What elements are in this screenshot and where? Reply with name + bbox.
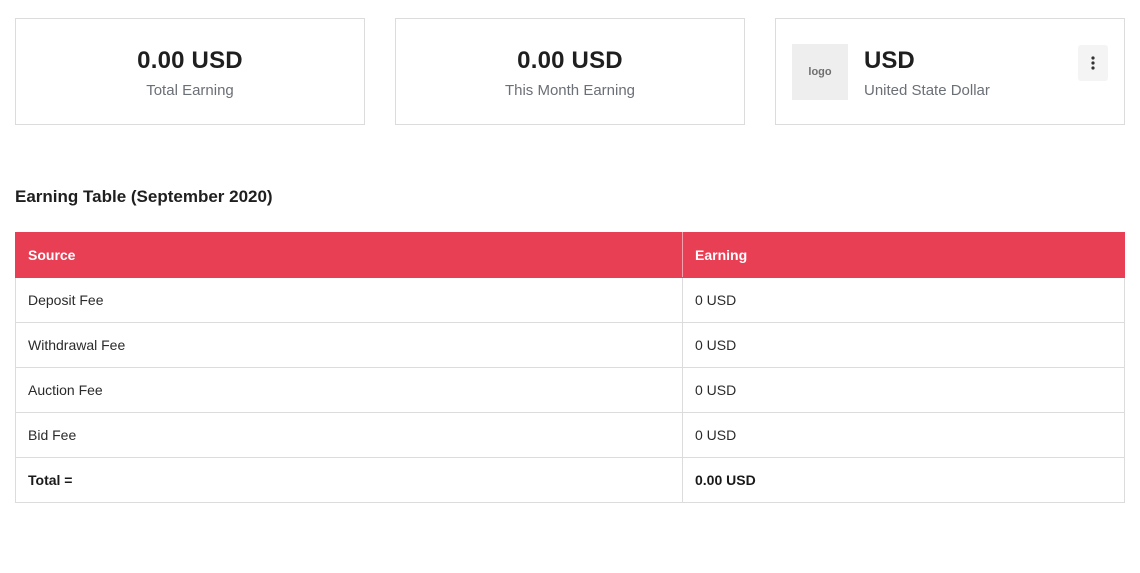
column-header-earning: Earning <box>682 232 1125 278</box>
table-row: Deposit Fee 0 USD <box>15 277 1125 323</box>
table-row: Withdrawal Fee 0 USD <box>15 322 1125 368</box>
currency-card: logo USD United State Dollar <box>775 18 1125 125</box>
row-source: Deposit Fee <box>15 277 683 323</box>
total-label: Total = <box>15 457 683 503</box>
row-source: Withdrawal Fee <box>15 322 683 368</box>
total-value: 0.00 USD <box>682 457 1125 503</box>
month-earning-caption: This Month Earning <box>504 82 636 99</box>
total-earning-card: 0.00 USD Total Earning <box>15 18 365 125</box>
summary-cards: 0.00 USD Total Earning 0.00 USD This Mon… <box>15 18 1125 125</box>
currency-menu-button[interactable] <box>1078 45 1108 81</box>
earning-table: Source Earning Deposit Fee 0 USD Withdra… <box>15 232 1125 503</box>
table-header-row: Source Earning <box>15 232 1125 278</box>
total-earning-caption: Total Earning <box>146 82 234 99</box>
total-row: Total = 0.00 USD <box>15 457 1125 503</box>
row-earning: 0 USD <box>682 367 1125 413</box>
row-earning: 0 USD <box>682 277 1125 323</box>
row-earning: 0 USD <box>682 322 1125 368</box>
row-earning: 0 USD <box>682 412 1125 458</box>
earning-table-title: Earning Table (September 2020) <box>15 187 273 206</box>
month-earning-card: 0.00 USD This Month Earning <box>395 18 745 125</box>
vertical-dots-icon <box>1091 56 1095 70</box>
row-source: Bid Fee <box>15 412 683 458</box>
currency-name: United State Dollar <box>864 82 990 99</box>
row-source: Auction Fee <box>15 367 683 413</box>
table-row: Bid Fee 0 USD <box>15 412 1125 458</box>
total-earning-amount: 0.00 USD <box>137 47 243 74</box>
currency-code: USD <box>864 47 915 74</box>
currency-logo: logo <box>792 44 848 100</box>
table-row: Auction Fee 0 USD <box>15 367 1125 413</box>
column-header-source: Source <box>15 232 683 278</box>
month-earning-amount: 0.00 USD <box>517 47 623 74</box>
